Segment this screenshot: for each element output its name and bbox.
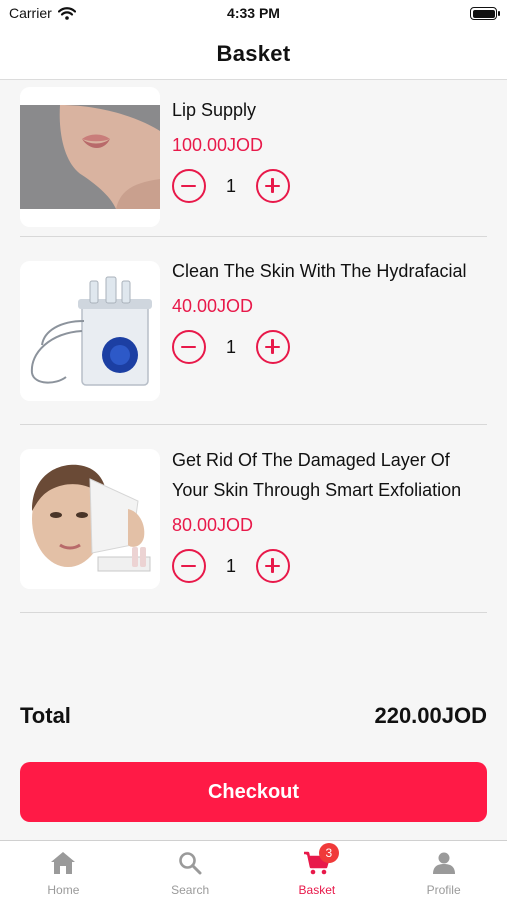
tab-profile[interactable]: Profile xyxy=(380,841,507,900)
item-name: Clean The Skin With The Hydrafacial xyxy=(172,261,467,281)
cart-count-badge: 3 xyxy=(318,843,339,863)
page-title: Basket xyxy=(216,40,291,66)
item-price: 80.00JOD xyxy=(172,515,254,535)
home-icon xyxy=(51,852,76,874)
basket-item: Get Rid Of The Damaged Layer Of Your Ski… xyxy=(20,425,487,613)
decrease-quantity-button[interactable] xyxy=(172,330,206,364)
item-price: 40.00JOD xyxy=(172,296,254,316)
increase-quantity-button[interactable] xyxy=(256,330,290,364)
tab-label: Search xyxy=(171,883,210,897)
total-value: 220.00JOD xyxy=(374,703,487,728)
checkout-button[interactable]: Checkout xyxy=(20,762,487,822)
tab-label: Profile xyxy=(426,883,461,897)
status-bar: Carrier 4:33 PM xyxy=(0,0,507,28)
tab-basket[interactable]: 3 Basket xyxy=(254,841,381,900)
tab-bar: Home Search 3 Basket Profile xyxy=(0,840,507,900)
lips-photo[interactable] xyxy=(20,87,160,227)
total-row: Total 220.00JOD xyxy=(20,703,487,729)
tab-home[interactable]: Home xyxy=(0,841,127,900)
decrease-quantity-button[interactable] xyxy=(172,549,206,583)
basket-item: Clean The Skin With The Hydrafacial 40.0… xyxy=(20,237,487,425)
search-icon xyxy=(179,852,202,875)
item-name: Get Rid Of The Damaged Layer Of Your Ski… xyxy=(172,450,462,500)
tab-label: Home xyxy=(47,883,80,897)
increase-quantity-button[interactable] xyxy=(256,549,290,583)
item-quantity: 1 xyxy=(225,336,236,357)
basket-item: Lip Supply 100.00JOD 1 xyxy=(20,81,487,237)
nav-header: Basket xyxy=(0,28,507,80)
item-name: Lip Supply xyxy=(172,100,257,120)
item-quantity: 1 xyxy=(225,175,236,196)
total-label: Total xyxy=(20,703,71,728)
item-price: 100.00JOD xyxy=(172,135,264,155)
face-peel-photo[interactable] xyxy=(20,449,160,589)
quantity-stepper: 1 xyxy=(172,330,487,364)
item-quantity: 1 xyxy=(225,555,236,576)
quantity-stepper: 1 xyxy=(172,549,487,583)
tab-search[interactable]: Search xyxy=(127,841,254,900)
person-icon xyxy=(432,852,455,874)
hydrafacial-machine-photo[interactable] xyxy=(20,261,160,401)
clock: 4:33 PM xyxy=(227,5,280,21)
quantity-stepper: 1 xyxy=(172,169,487,203)
tab-label: Basket xyxy=(298,883,336,897)
basket-list: Lip Supply 100.00JOD 1 Clean The Skin Wi… xyxy=(20,81,487,613)
increase-quantity-button[interactable] xyxy=(256,169,290,203)
battery-icon xyxy=(470,7,500,20)
decrease-quantity-button[interactable] xyxy=(172,169,206,203)
